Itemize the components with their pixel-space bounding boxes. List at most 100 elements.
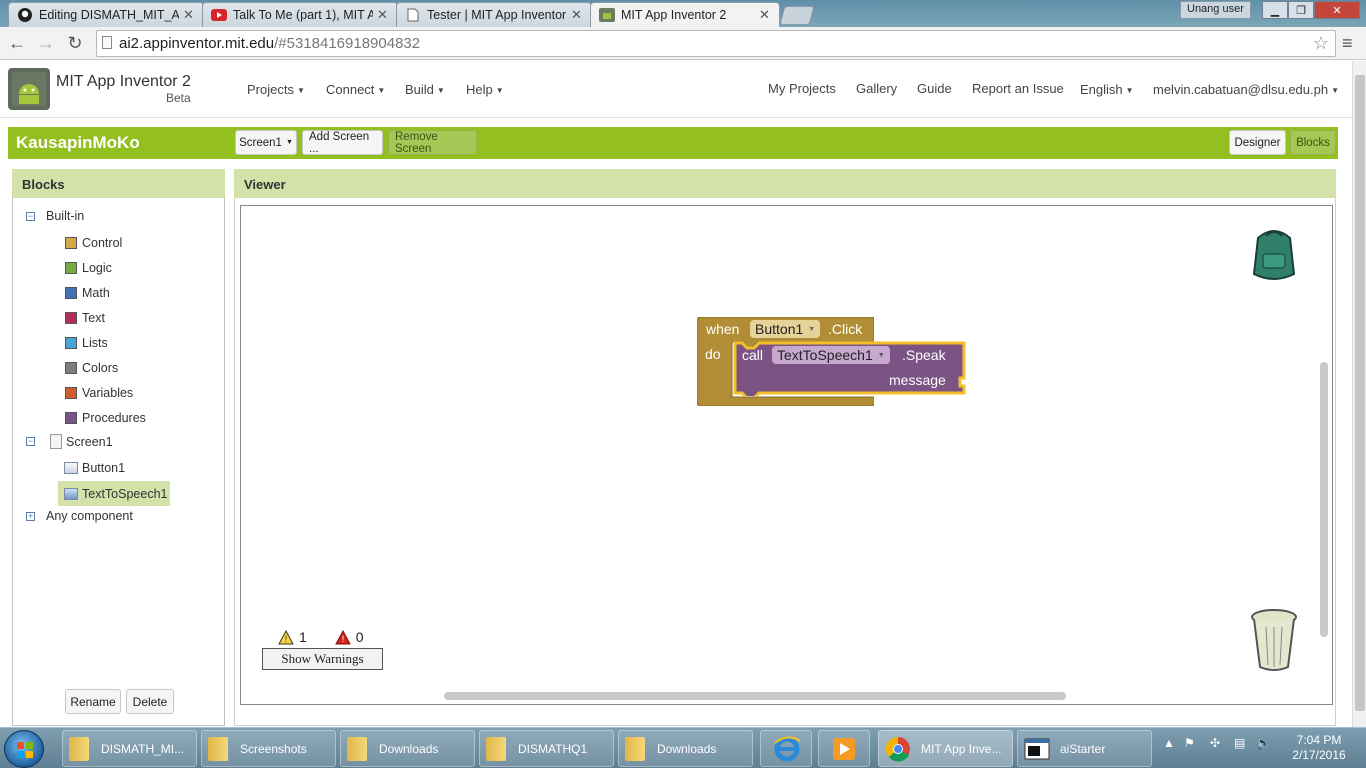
network-icon[interactable]: ▤ (1234, 736, 1245, 750)
browser-tab-bar: Editing DISMATH_MIT_Ap ✕ Talk To Me (par… (0, 0, 1366, 27)
new-tab-button[interactable] (779, 6, 815, 25)
tree-item-control[interactable]: Control (65, 236, 122, 250)
collapse-icon[interactable]: − (26, 212, 35, 221)
browser-tab-youtube[interactable]: Talk To Me (part 1), MIT Ap ✕ (202, 2, 398, 27)
link-guide[interactable]: Guide (917, 81, 952, 96)
rename-button[interactable]: Rename (65, 689, 121, 714)
expand-icon[interactable]: + (26, 512, 35, 521)
error-icon: ! (334, 629, 351, 644)
address-bar[interactable]: ai2.appinventor.mit.edu/#531841691890483… (96, 30, 1336, 57)
workspace-horizontal-scrollbar[interactable] (444, 692, 1066, 700)
page-scrollbar[interactable] (1352, 61, 1366, 727)
app-header: MIT App Inventor 2 Beta Projects ▼ Connec… (0, 61, 1352, 118)
menu-language[interactable]: English ▼ (1080, 82, 1134, 97)
tree-item-math[interactable]: Math (65, 286, 110, 300)
tab-close-icon[interactable]: ✕ (759, 7, 771, 23)
tree-item-text[interactable]: Text (65, 311, 105, 325)
volume-icon[interactable]: 🔈 (1256, 736, 1271, 750)
taskbar-item-aistarter[interactable]: aiStarter (1017, 730, 1152, 767)
taskbar-item-dismath[interactable]: DISMATH_MI... (62, 730, 197, 767)
tree-screen1[interactable]: Screen1 (50, 434, 113, 449)
bookmark-star-icon[interactable]: ☆ (1313, 33, 1329, 54)
event-name-label: .Click (828, 321, 863, 337)
taskbar-item-screenshots[interactable]: Screenshots (201, 730, 336, 767)
page-scrollbar-thumb[interactable] (1355, 75, 1365, 711)
tree-item-variables[interactable]: Variables (65, 386, 133, 400)
tray-expand-icon[interactable]: ▲ (1163, 736, 1175, 750)
clock-date: 2/17/2016 (1292, 748, 1346, 762)
tree-item-button1[interactable]: Button1 (64, 461, 125, 475)
trash-icon[interactable] (1248, 607, 1300, 678)
browser-tab-github[interactable]: Editing DISMATH_MIT_Ap ✕ (8, 2, 204, 27)
call-block-texttospeech-speak[interactable]: call TextToSpeech1 ▼ .Speak message (732, 341, 967, 396)
workspace-vertical-scrollbar[interactable] (1320, 362, 1328, 637)
show-warnings-button[interactable]: Show Warnings (262, 648, 383, 670)
windows-taskbar: DISMATH_MI... Screenshots Downloads DISM… (0, 727, 1366, 768)
maximize-icon[interactable]: ❐ (1288, 1, 1314, 19)
browser-tab-appinventor[interactable]: MIT App Inventor 2 ✕ (590, 2, 780, 27)
caret-down-icon: ▼ (285, 139, 293, 146)
taskbar-pinned-ie[interactable] (760, 730, 812, 767)
github-icon (17, 7, 33, 23)
tab-close-icon[interactable]: ✕ (377, 7, 389, 23)
tree-builtin[interactable]: Built-in (46, 209, 84, 223)
blocks-button[interactable]: Blocks (1290, 130, 1336, 155)
browser-menu-icon[interactable]: ≡ (1342, 33, 1353, 54)
caret-down-icon: ▼ (377, 86, 386, 96)
tree-item-logic[interactable]: Logic (65, 261, 112, 275)
tray-app-icon[interactable]: ✣ (1210, 736, 1220, 750)
chrome-icon (885, 736, 910, 761)
tree-any-component[interactable]: Any component (46, 509, 133, 523)
start-button[interactable] (4, 730, 44, 768)
tree-item-procedures[interactable]: Procedures (65, 411, 146, 425)
forward-icon[interactable]: → (34, 32, 58, 54)
link-gallery[interactable]: Gallery (856, 81, 897, 96)
remove-screen-button[interactable]: Remove Screen (388, 130, 477, 155)
tab-close-icon[interactable]: ✕ (183, 7, 195, 23)
action-center-flag-icon[interactable]: ⚑ (1184, 736, 1195, 750)
collapse-icon[interactable]: − (26, 437, 35, 446)
warnings-indicator: ! 1 ! 0 (278, 629, 364, 645)
link-my-projects[interactable]: My Projects (768, 81, 836, 96)
folder-icon (208, 736, 228, 761)
browser-tab-tester[interactable]: Tester | MIT App Inventor ✕ (396, 2, 592, 27)
add-screen-button[interactable]: Add Screen ... (302, 130, 383, 155)
blocks-workspace[interactable] (240, 205, 1333, 705)
menu-projects[interactable]: Projects ▼ (247, 82, 305, 97)
event-component-dropdown[interactable]: Button1 ▼ (750, 320, 821, 338)
error-count: 0 (355, 629, 364, 645)
variables-swatch-icon (65, 387, 77, 399)
taskbar-item-dismathq1[interactable]: DISMATHQ1 (479, 730, 614, 767)
minimize-icon[interactable]: ▁ (1262, 1, 1288, 19)
taskbar-item-chrome[interactable]: MIT App Inve... (878, 730, 1013, 767)
menu-help[interactable]: Help ▼ (466, 82, 504, 97)
tree-item-texttospeech1[interactable]: TextToSpeech1 (58, 481, 170, 506)
backpack-icon[interactable] (1246, 224, 1302, 289)
reload-icon[interactable]: ↻ (63, 32, 87, 54)
caret-down-icon: ▼ (436, 86, 445, 96)
app-inventor-logo[interactable] (8, 68, 50, 110)
delete-button[interactable]: Delete (126, 689, 174, 714)
designer-button[interactable]: Designer (1229, 130, 1286, 155)
window-close-icon[interactable]: ✕ (1314, 1, 1360, 19)
link-report-issue[interactable]: Report an Issue (972, 81, 1064, 96)
url-path: /#5318416918904832 (274, 35, 421, 52)
taskbar-item-downloads-2[interactable]: Downloads (618, 730, 753, 767)
back-icon[interactable]: ← (5, 32, 29, 54)
url-host: ai2.appinventor.mit.edu (119, 35, 275, 52)
tab-title: MIT App Inventor 2 (621, 8, 727, 22)
system-clock[interactable]: 7:04 PM 2/17/2016 (1280, 733, 1358, 763)
call-component-dropdown[interactable]: TextToSpeech1 ▼ (772, 346, 890, 364)
text-swatch-icon (65, 312, 77, 324)
menu-build[interactable]: Build ▼ (405, 82, 445, 97)
taskbar-item-downloads-1[interactable]: Downloads (340, 730, 475, 767)
taskbar-pinned-media-player[interactable] (818, 730, 870, 767)
page-icon (102, 36, 112, 49)
lists-swatch-icon (65, 337, 77, 349)
screen-select-dropdown[interactable]: Screen1 ▼ (235, 130, 297, 155)
tab-close-icon[interactable]: ✕ (571, 7, 583, 23)
menu-user-account[interactable]: melvin.cabatuan@dlsu.edu.ph ▼ (1153, 82, 1339, 97)
tree-item-lists[interactable]: Lists (65, 336, 108, 350)
menu-connect[interactable]: Connect ▼ (326, 82, 385, 97)
tree-item-colors[interactable]: Colors (65, 361, 118, 375)
